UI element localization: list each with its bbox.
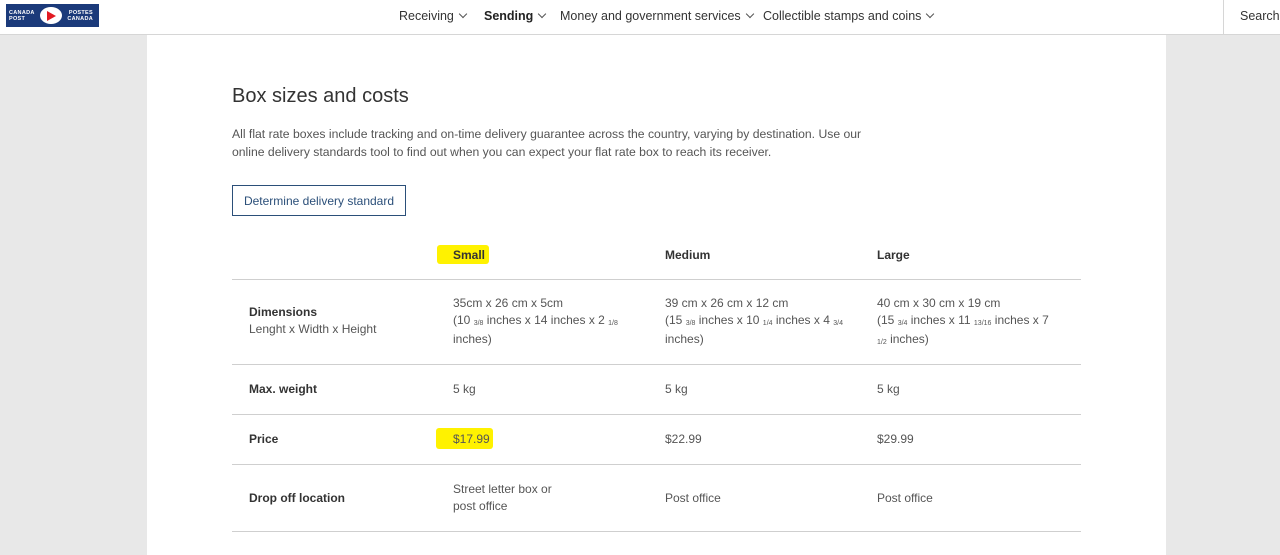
chevron-down-icon: [538, 9, 547, 19]
nav-item-receiving[interactable]: Receiving: [399, 9, 468, 23]
search-button[interactable]: Search: [1223, 0, 1280, 35]
row-label-drop-off: Drop off location: [249, 491, 345, 505]
row-sublabel: Lenght x Width x Height: [249, 322, 377, 336]
cell-small-price: $17.99: [453, 432, 490, 446]
nav-item-sending[interactable]: Sending: [484, 9, 547, 23]
cell-small-dimensions: 35cm x 26 cm x 5cm (10 3/8 inches x 14 i…: [453, 296, 618, 346]
column-header-medium: Medium: [665, 248, 711, 262]
search-label: Search: [1240, 9, 1280, 23]
row-label-max-weight: Max. weight: [249, 382, 318, 396]
chevron-down-icon: [926, 9, 935, 19]
page-title: Box sizes and costs: [232, 85, 409, 107]
nav-item-label: Money and government services: [560, 9, 741, 23]
cell-medium-drop-off: Post office: [665, 491, 721, 505]
table-header-row: Small Medium Large: [232, 235, 1081, 280]
column-header-large: Large: [877, 248, 910, 262]
top-navigation: CANADA POST POSTES CANADA Receiving Sendin…: [0, 0, 1280, 35]
cell-small-drop-off: Street letter box or post office: [453, 482, 552, 513]
cell-large-weight: 5 kg: [877, 382, 900, 396]
cell-large-price: $29.99: [877, 432, 914, 446]
cell-large-dimensions: 40 cm x 30 cm x 19 cm (15 3/4 inches x 1…: [877, 296, 1049, 346]
nav-item-label: Receiving: [399, 9, 454, 23]
table-row-max-weight: Max. weight 5 kg 5 kg 5 kg: [232, 365, 1081, 415]
nav-item-label: Sending: [484, 9, 534, 23]
nav-item-money-government[interactable]: Money and government services: [560, 9, 754, 23]
intro-paragraph: All flat rate boxes include tracking and…: [232, 127, 862, 159]
determine-delivery-standard-button[interactable]: Determine delivery standard: [232, 185, 406, 216]
canada-post-logo[interactable]: CANADA POST POSTES CANADA: [6, 4, 99, 27]
column-header-small: Small: [453, 248, 486, 262]
logo-text-english: CANADA POST: [9, 9, 35, 22]
content-panel: Box sizes and costs All flat rate boxes …: [147, 35, 1166, 555]
table-row-drop-off: Drop off location Street letter box or p…: [232, 465, 1081, 532]
cell-medium-dimensions: 39 cm x 26 cm x 12 cm (15 3/8 inches x 1…: [665, 296, 843, 346]
cell-small-weight: 5 kg: [453, 382, 476, 396]
table-row-dimensions: Dimensions Lenght x Width x Height 35cm …: [232, 280, 1081, 365]
chevron-down-icon: [458, 9, 468, 19]
canada-post-emblem-icon: [40, 7, 62, 24]
table-row-price: Price $17.99 $22.99 $29.99: [232, 415, 1081, 465]
logo-text-french: POSTES CANADA: [67, 9, 93, 22]
nav-item-collectible-stamps[interactable]: Collectible stamps and coins: [763, 9, 935, 23]
cell-medium-price: $22.99: [665, 432, 702, 446]
row-label-dimensions: Dimensions Lenght x Width x Height: [249, 305, 377, 336]
cell-medium-weight: 5 kg: [665, 382, 688, 396]
chevron-down-icon: [745, 9, 754, 19]
nav-item-label: Collectible stamps and coins: [763, 9, 922, 23]
row-label-price: Price: [249, 432, 279, 446]
cell-large-drop-off: Post office: [877, 491, 933, 505]
